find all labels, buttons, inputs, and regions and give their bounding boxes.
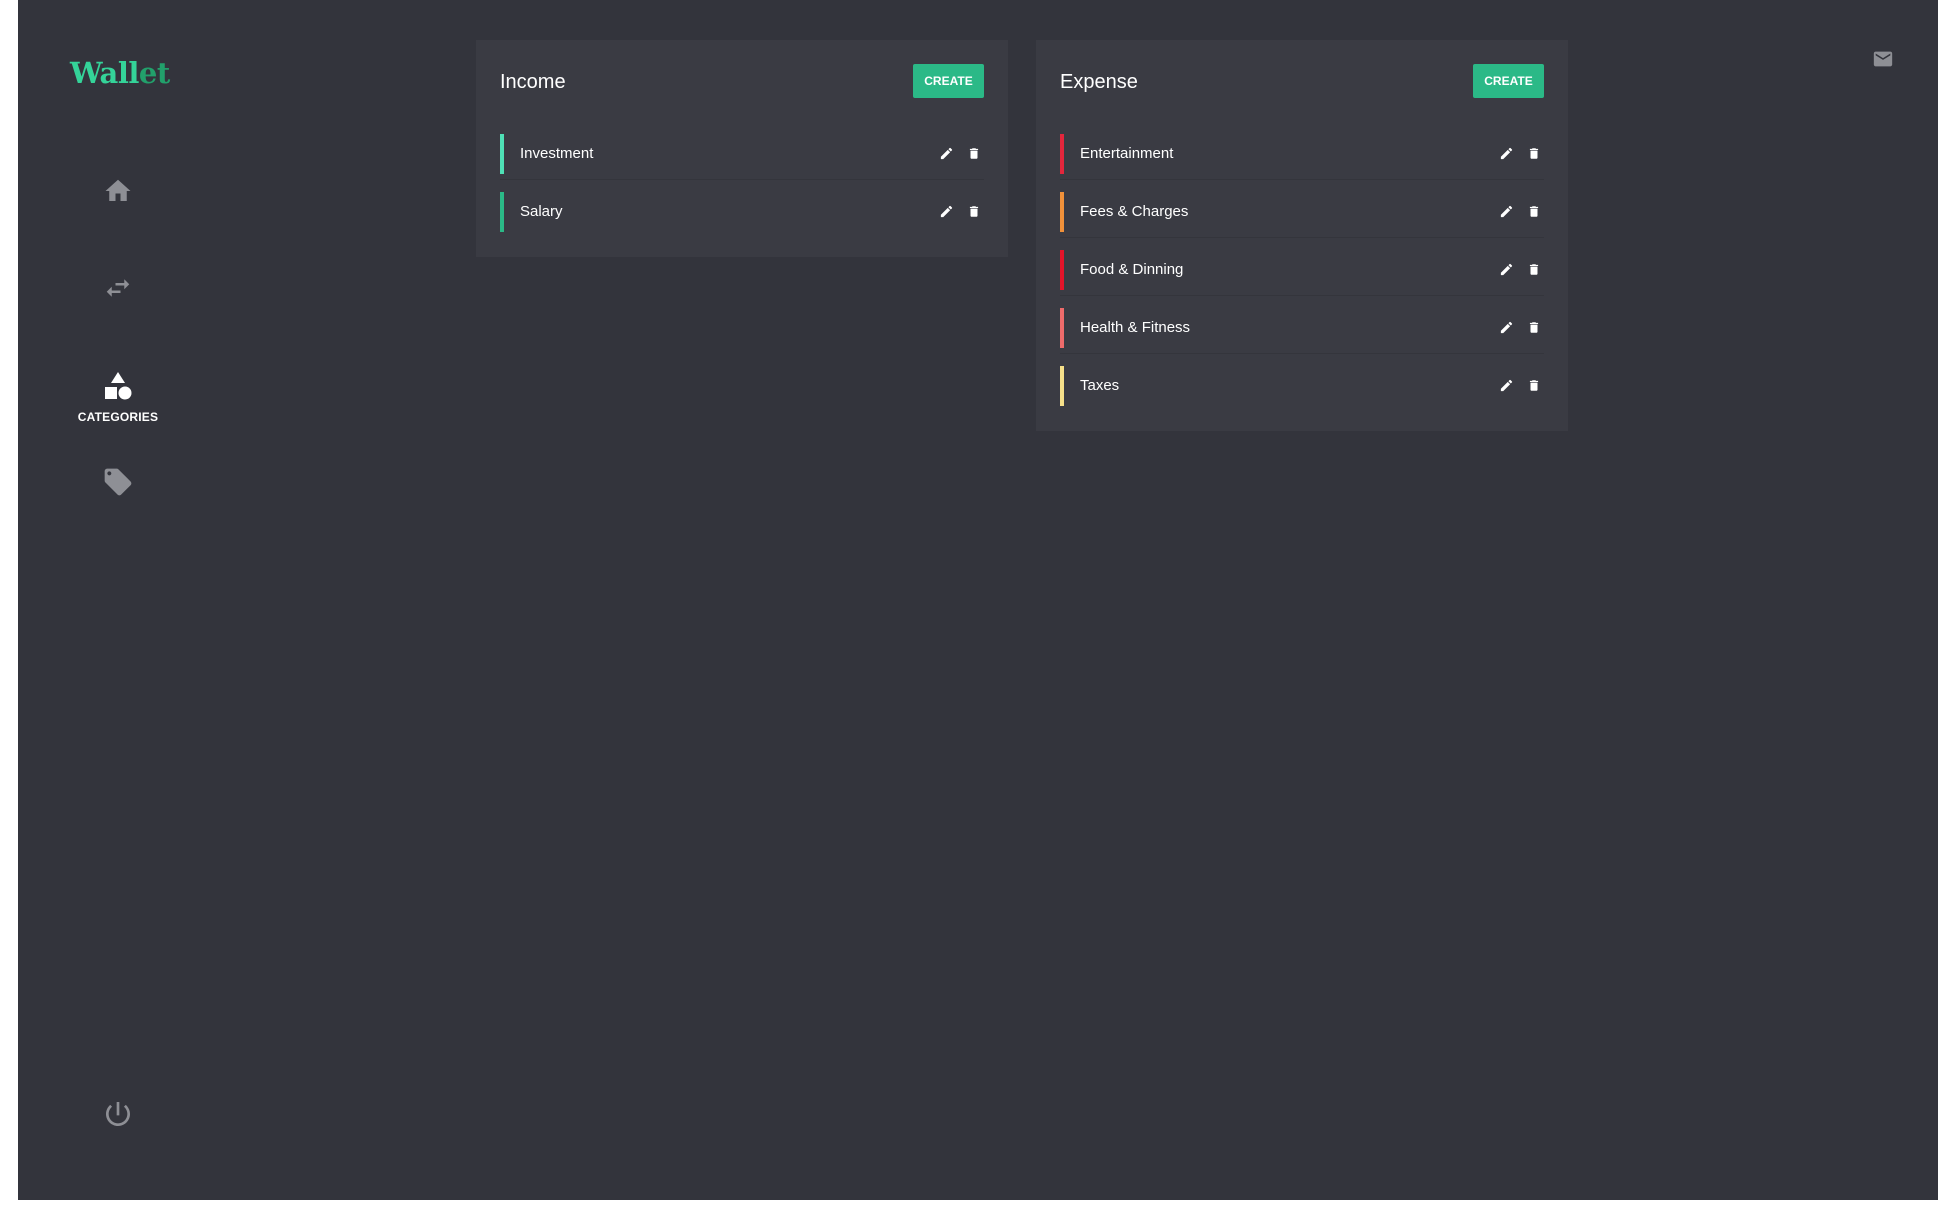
category-color-bar bbox=[1060, 192, 1064, 232]
delete-icon[interactable] bbox=[1526, 377, 1542, 393]
row-actions bbox=[938, 145, 982, 161]
delete-icon[interactable] bbox=[1526, 261, 1542, 277]
expense-card: Expense CREATE Entertainment Fees & Char… bbox=[1036, 40, 1568, 431]
category-color-bar bbox=[500, 134, 504, 174]
expense-item-fees-charges[interactable]: Fees & Charges bbox=[1060, 180, 1544, 238]
category-color-bar bbox=[1060, 134, 1064, 174]
category-color-bar bbox=[500, 192, 504, 232]
delete-icon[interactable] bbox=[1526, 203, 1542, 219]
sidebar-item-categories[interactable]: CATEGORIES bbox=[18, 370, 218, 424]
categories-icon bbox=[102, 370, 134, 402]
edit-icon[interactable] bbox=[938, 203, 954, 219]
row-actions bbox=[1498, 145, 1542, 161]
delete-icon[interactable] bbox=[966, 203, 982, 219]
income-item-investment[interactable]: Investment bbox=[500, 122, 984, 180]
expense-item-taxes[interactable]: Taxes bbox=[1060, 354, 1544, 411]
expense-title: Expense bbox=[1060, 71, 1138, 93]
income-list: Investment Salary bbox=[476, 122, 1008, 237]
edit-icon[interactable] bbox=[1498, 145, 1514, 161]
edit-icon[interactable] bbox=[1498, 261, 1514, 277]
expense-item-food-dinning[interactable]: Food & Dinning bbox=[1060, 238, 1544, 296]
row-actions bbox=[1498, 261, 1542, 277]
edit-icon[interactable] bbox=[1498, 319, 1514, 335]
income-title: Income bbox=[500, 71, 566, 93]
sidebar-item-label: CATEGORIES bbox=[77, 410, 159, 424]
create-expense-button[interactable]: CREATE bbox=[1473, 64, 1544, 98]
logo[interactable]: Wallet bbox=[70, 56, 170, 90]
expense-list: Entertainment Fees & Charges Food & Dinn… bbox=[1036, 122, 1568, 411]
category-name: Taxes bbox=[1080, 377, 1120, 394]
expense-item-entertainment[interactable]: Entertainment bbox=[1060, 122, 1544, 180]
sidebar: Wallet CATEGORIES bbox=[18, 0, 218, 1200]
expense-item-health-fitness[interactable]: Health & Fitness bbox=[1060, 296, 1544, 354]
edit-icon[interactable] bbox=[1498, 203, 1514, 219]
category-name: Entertainment bbox=[1080, 145, 1174, 162]
app-window: Wallet CATEGORIES Income CREATE Investme… bbox=[18, 0, 1938, 1200]
row-actions bbox=[1498, 203, 1542, 219]
category-color-bar bbox=[1060, 308, 1064, 348]
power-icon bbox=[102, 1098, 134, 1130]
mail-icon[interactable] bbox=[1872, 48, 1894, 70]
category-color-bar bbox=[1060, 250, 1064, 290]
row-actions bbox=[938, 203, 982, 219]
income-card: Income CREATE Investment Salary bbox=[476, 40, 1008, 257]
income-card-header: Income CREATE bbox=[476, 40, 1008, 122]
delete-icon[interactable] bbox=[1526, 319, 1542, 335]
logo-text-part1: Wall bbox=[70, 56, 139, 90]
category-name: Salary bbox=[520, 203, 563, 220]
logout-button[interactable] bbox=[18, 1098, 218, 1130]
category-name: Food & Dinning bbox=[1080, 261, 1184, 278]
row-actions bbox=[1498, 319, 1542, 335]
logo-text-part2: et bbox=[138, 56, 170, 90]
income-item-salary[interactable]: Salary bbox=[500, 180, 984, 237]
delete-icon[interactable] bbox=[966, 145, 982, 161]
category-name: Health & Fitness bbox=[1080, 319, 1191, 336]
sidebar-item-tags[interactable] bbox=[18, 466, 218, 498]
category-name: Fees & Charges bbox=[1080, 203, 1189, 220]
edit-icon[interactable] bbox=[938, 145, 954, 161]
sidebar-item-transactions[interactable] bbox=[18, 273, 218, 303]
transfer-icon bbox=[103, 273, 133, 303]
delete-icon[interactable] bbox=[1526, 145, 1542, 161]
create-income-button[interactable]: CREATE bbox=[913, 64, 984, 98]
home-icon bbox=[103, 176, 133, 206]
tag-icon bbox=[102, 466, 134, 498]
sidebar-item-home[interactable] bbox=[18, 176, 218, 206]
expense-card-header: Expense CREATE bbox=[1036, 40, 1568, 122]
category-color-bar bbox=[1060, 366, 1064, 406]
category-name: Investment bbox=[520, 145, 594, 162]
edit-icon[interactable] bbox=[1498, 377, 1514, 393]
row-actions bbox=[1498, 377, 1542, 393]
